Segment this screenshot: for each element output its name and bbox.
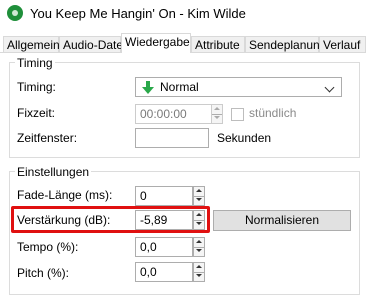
title-bar: You Keep Me Hangin' On - Kim Wilde xyxy=(0,0,366,28)
down-arrow-icon xyxy=(196,274,202,277)
window-title: You Keep Me Hangin' On - Kim Wilde xyxy=(30,6,246,21)
pitch-stepper[interactable] xyxy=(193,262,205,282)
up-arrow-icon xyxy=(196,189,202,192)
timing-dropdown[interactable]: Normal xyxy=(135,77,342,97)
tab-sendeplanung[interactable]: Sendeplanung xyxy=(245,36,326,52)
sekunden-label: Sekunden xyxy=(217,131,272,145)
stuendlich-label: stündlich xyxy=(249,106,297,120)
down-arrow-icon xyxy=(196,198,202,201)
zeitfenster-input[interactable] xyxy=(135,128,209,148)
fixzeit-stepper-down[interactable] xyxy=(212,114,222,123)
pitch-label: Pitch (%): xyxy=(17,266,70,280)
fixzeit-label: Fixzeit: xyxy=(17,106,56,120)
fade-length-label: Fade-Länge (ms): xyxy=(17,188,113,202)
tab-allgemein[interactable]: Allgemein xyxy=(3,36,60,52)
gain-highlight-frame xyxy=(11,206,210,233)
tempo-stepper[interactable] xyxy=(193,237,205,257)
fade-length-stepper[interactable] xyxy=(193,186,205,206)
up-arrow-icon xyxy=(196,240,202,243)
tab-attribute[interactable]: Attribute xyxy=(191,36,245,52)
up-arrow-icon xyxy=(196,265,202,268)
app-icon xyxy=(7,5,23,21)
timing-label: Timing: xyxy=(17,80,56,94)
fade-length-input[interactable]: 0 xyxy=(135,186,193,206)
green-down-arrow-icon xyxy=(142,81,154,94)
up-arrow-icon xyxy=(214,107,220,110)
tempo-stepper-down[interactable] xyxy=(194,247,204,256)
tab-audio-datei[interactable]: Audio-Datei xyxy=(59,36,126,52)
fixzeit-stepper[interactable] xyxy=(211,104,223,124)
stuendlich-checkbox[interactable] xyxy=(231,108,244,121)
normalize-button[interactable]: Normalisieren xyxy=(213,210,351,231)
timing-dropdown-value: Normal xyxy=(160,80,199,94)
fixzeit-input[interactable]: 00:00:00 xyxy=(135,104,213,124)
pitch-stepper-down[interactable] xyxy=(194,272,204,281)
tempo-input[interactable]: 0,0 xyxy=(135,237,193,257)
tempo-label: Tempo (%): xyxy=(17,240,79,254)
pitch-input[interactable]: 0,0 xyxy=(135,262,193,282)
tab-wiedergabe[interactable]: Wiedergabe xyxy=(121,33,191,53)
tab-verlauf[interactable]: Verlauf xyxy=(319,36,366,52)
fade-length-stepper-down[interactable] xyxy=(194,196,204,205)
einstellungen-group-title: Einstellungen xyxy=(15,165,92,179)
zeitfenster-label: Zeitfenster: xyxy=(17,131,78,145)
down-arrow-icon xyxy=(214,116,220,119)
chevron-down-icon xyxy=(324,82,335,93)
down-arrow-icon xyxy=(196,249,202,252)
timing-group-title: Timing xyxy=(15,56,55,70)
